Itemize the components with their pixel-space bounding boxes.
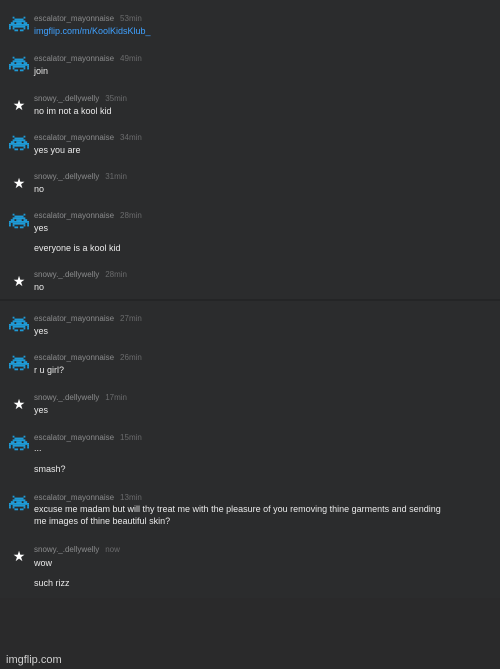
message-meta: escalator_mayonnaise 34min — [34, 133, 142, 142]
bottom-area — [0, 598, 500, 669]
username[interactable]: snowy._.dellywelly — [34, 545, 99, 554]
star-icon: ★ — [12, 97, 26, 113]
message-text: yes — [34, 405, 49, 415]
message-meta: snowy._.dellywelly now — [34, 545, 120, 554]
timestamp: 13min — [120, 493, 142, 502]
timestamp: 49min — [120, 54, 142, 63]
timestamp: 31min — [105, 172, 128, 181]
timestamp: 28min — [105, 270, 128, 279]
watermark: imgflip.com — [6, 654, 62, 666]
message-text: no — [34, 282, 45, 292]
timestamp: 53min — [120, 14, 142, 23]
message-text: ... — [34, 443, 42, 453]
message-text: smash? — [34, 464, 66, 474]
timestamp: now — [105, 545, 120, 554]
username[interactable]: snowy._.dellywelly — [34, 172, 99, 181]
timestamp: 27min — [120, 314, 142, 323]
timestamp: 28min — [120, 211, 142, 220]
star-icon: ★ — [12, 175, 26, 191]
username[interactable]: escalator_mayonnaise — [34, 211, 114, 220]
username[interactable]: escalator_mayonnaise — [34, 14, 114, 23]
star-icon: ★ — [12, 273, 26, 289]
timestamp: 17min — [105, 393, 128, 402]
username[interactable]: escalator_mayonnaise — [34, 433, 114, 442]
message-link[interactable]: imgflip.com/m/KoolKidsKlub_ — [34, 26, 151, 36]
star-icon: ★ — [12, 548, 26, 564]
username[interactable]: escalator_mayonnaise — [34, 353, 114, 362]
username[interactable]: escalator_mayonnaise — [34, 54, 114, 63]
space-invader-icon — [9, 316, 29, 332]
timestamp: 34min — [120, 133, 142, 142]
message-text: me images of thine beautiful skin? — [34, 516, 171, 526]
username[interactable]: snowy._.dellywelly — [34, 94, 99, 103]
username[interactable]: escalator_mayonnaise — [34, 493, 114, 502]
space-invader-icon — [9, 56, 29, 72]
space-invader-icon — [9, 355, 29, 371]
message-meta: escalator_mayonnaise 15min — [34, 433, 142, 442]
message-meta: snowy._.dellywelly 35min — [34, 94, 127, 103]
message-meta: snowy._.dellywelly 17min — [34, 393, 127, 402]
username[interactable]: escalator_mayonnaise — [34, 133, 114, 142]
timestamp: 35min — [105, 94, 128, 103]
message-meta: snowy._.dellywelly 28min — [34, 270, 127, 279]
timestamp: 15min — [120, 433, 142, 442]
message-text: yes you are — [34, 145, 81, 155]
space-invader-icon — [9, 213, 29, 229]
message-meta: escalator_mayonnaise 53min — [34, 14, 142, 23]
username[interactable]: snowy._.dellywelly — [34, 393, 99, 402]
username[interactable]: snowy._.dellywelly — [34, 270, 99, 279]
message-text: yes — [34, 223, 49, 233]
message-text: yes — [34, 326, 49, 336]
message-text: no im not a kool kid — [34, 106, 112, 116]
message-text: excuse me madam but will thy treat me wi… — [34, 504, 441, 514]
message-meta: escalator_mayonnaise 26min — [34, 353, 142, 362]
space-invader-icon — [9, 16, 29, 32]
message-meta: escalator_mayonnaise 27min — [34, 314, 142, 323]
message-text: everyone is a kool kid — [34, 243, 121, 253]
message-text: r u girl? — [34, 365, 65, 375]
space-invader-icon — [9, 135, 29, 151]
space-invader-icon — [9, 495, 29, 511]
message-meta: escalator_mayonnaise 28min — [34, 211, 142, 220]
star-icon: ★ — [12, 396, 26, 412]
message-meta: escalator_mayonnaise 49min — [34, 54, 142, 63]
message-text: join — [34, 66, 49, 76]
timestamp: 26min — [120, 353, 142, 362]
message-text: no — [34, 184, 45, 194]
message-text: such rizz — [34, 578, 70, 588]
message-meta: escalator_mayonnaise 13min — [34, 493, 142, 502]
message-meta: snowy._.dellywelly 31min — [34, 172, 127, 181]
message-text: wow — [34, 558, 53, 568]
username[interactable]: escalator_mayonnaise — [34, 314, 114, 323]
space-invader-icon — [9, 435, 29, 451]
